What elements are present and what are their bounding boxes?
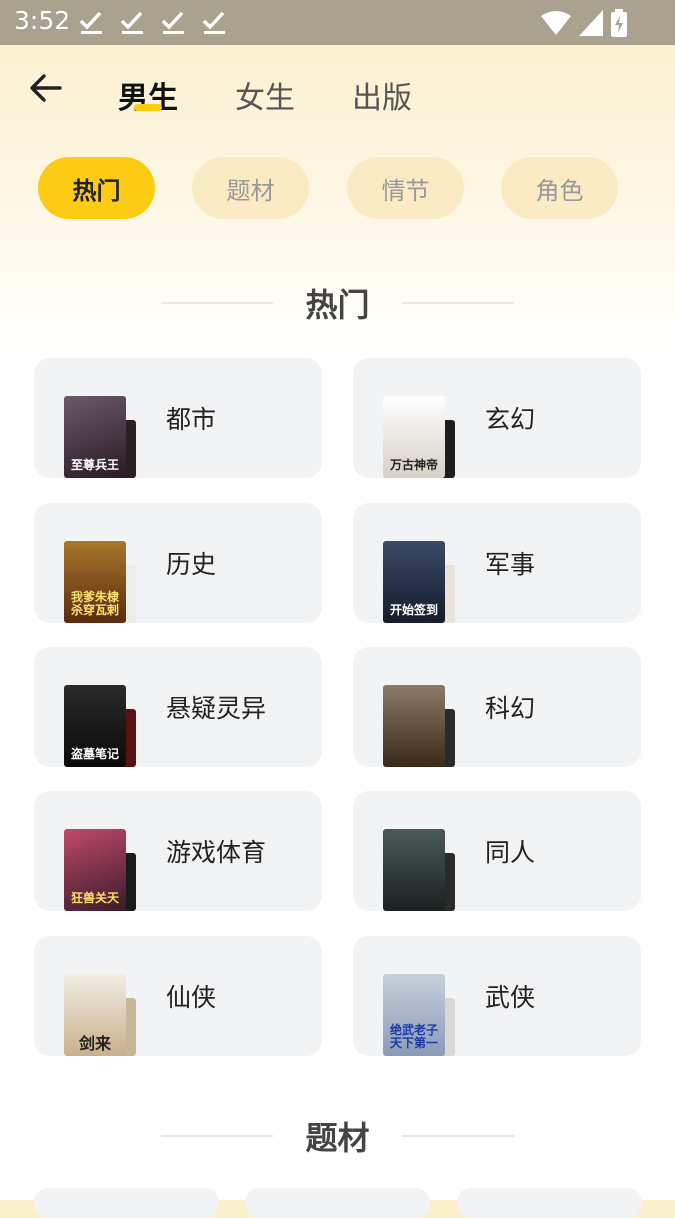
book-cover: 绝武老子 天下第一	[383, 974, 457, 1056]
check-icon	[202, 11, 225, 34]
book-cover: 万古神帝	[383, 396, 457, 478]
cover-image: 剑来	[64, 974, 126, 1056]
book-cover	[383, 829, 457, 911]
category-label: 都市	[166, 405, 217, 434]
category-card-fantasy[interactable]: 万古神帝 玄幻	[353, 358, 641, 478]
theme-card[interactable]	[245, 1188, 430, 1218]
wifi-icon	[541, 11, 571, 35]
status-time: 3:52	[14, 6, 71, 35]
cover-image: 万古神帝	[383, 396, 445, 478]
category-card-xianxia[interactable]: 剑来 仙侠	[34, 936, 322, 1056]
category-card-wuxia[interactable]: 绝武老子 天下第一 武侠	[353, 936, 641, 1056]
category-label: 游戏体育	[166, 838, 267, 867]
section-header-hot: 热门	[0, 278, 675, 328]
book-cover: 至尊兵王	[64, 396, 138, 478]
divider	[401, 302, 514, 304]
book-cover: 开始签到	[383, 541, 457, 623]
cover-image: 狂兽关天	[64, 829, 126, 911]
category-card-military[interactable]: 开始签到 军事	[353, 503, 641, 623]
status-bar: 3:52	[0, 0, 675, 45]
book-cover	[383, 685, 457, 767]
category-card-urban[interactable]: 至尊兵王 都市	[34, 358, 322, 478]
cover-image: 我爹朱棣 杀穿瓦剌	[64, 541, 126, 623]
category-label: 同人	[485, 838, 536, 867]
category-label: 历史	[166, 550, 217, 579]
category-label: 科幻	[485, 694, 536, 723]
cellular-signal-icon	[579, 10, 603, 36]
check-icon	[120, 11, 143, 34]
battery-charging-icon	[611, 9, 627, 37]
category-label: 仙侠	[166, 983, 217, 1012]
category-card-fanfiction[interactable]: 同人	[353, 791, 641, 911]
theme-card[interactable]	[457, 1188, 642, 1218]
system-icons	[541, 9, 627, 37]
category-label: 武侠	[485, 983, 536, 1012]
chip-plot[interactable]: 情节	[347, 157, 464, 219]
section-title: 热门	[305, 286, 370, 324]
chip-hot[interactable]: 热门	[38, 157, 155, 219]
book-cover: 剑来	[64, 974, 138, 1056]
category-label: 玄幻	[485, 405, 536, 434]
category-card-gaming-sports[interactable]: 狂兽关天 游戏体育	[34, 791, 322, 911]
cover-image: 至尊兵王	[64, 396, 126, 478]
section-title: 题材	[305, 1119, 370, 1157]
category-label: 军事	[485, 550, 536, 579]
category-label: 悬疑灵异	[166, 694, 267, 723]
cover-image	[383, 829, 445, 911]
divider	[401, 1135, 514, 1137]
top-navigation: 男生 女生 出版	[0, 45, 675, 140]
check-icon	[79, 11, 102, 34]
section-header-theme: 题材	[0, 1111, 675, 1161]
category-card-history[interactable]: 我爹朱棣 杀穿瓦剌 历史	[34, 503, 322, 623]
cover-image: 开始签到	[383, 541, 445, 623]
divider	[161, 1135, 274, 1137]
chip-character[interactable]: 角色	[501, 157, 618, 219]
category-card-mystery[interactable]: 盗墓笔记 悬疑灵异	[34, 647, 322, 767]
check-icon	[161, 11, 184, 34]
chip-theme[interactable]: 题材	[192, 157, 309, 219]
back-arrow-icon[interactable]	[28, 70, 64, 106]
cover-image: 盗墓笔记	[64, 685, 126, 767]
tab-female[interactable]: 女生	[235, 73, 295, 117]
divider	[161, 302, 274, 304]
category-card-scifi[interactable]: 科幻	[353, 647, 641, 767]
filter-chips: 热门 题材 情节 角色	[0, 157, 675, 219]
theme-card[interactable]	[34, 1188, 219, 1218]
book-cover: 狂兽关天	[64, 829, 138, 911]
notification-icons	[78, 8, 229, 36]
book-cover: 盗墓笔记	[64, 685, 138, 767]
tab-publishing[interactable]: 出版	[352, 73, 412, 117]
cover-image: 绝武老子 天下第一	[383, 974, 445, 1056]
book-cover: 我爹朱棣 杀穿瓦剌	[64, 541, 138, 623]
cover-image	[383, 685, 445, 767]
active-tab-indicator	[134, 104, 162, 111]
